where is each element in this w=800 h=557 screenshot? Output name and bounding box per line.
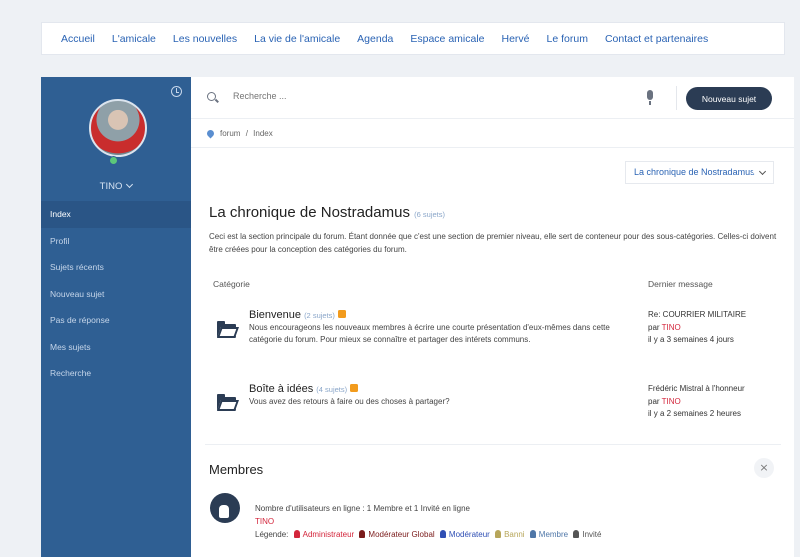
role-legend: Légende: Administrateur Modérateur Globa… (255, 530, 601, 539)
user-icon (573, 530, 580, 538)
legend-banni[interactable]: Banni (504, 530, 524, 539)
legend-label: Légende: (255, 530, 289, 539)
sidebar-item-pas-de-reponse[interactable]: Pas de réponse (41, 307, 191, 334)
legend-moderateur[interactable]: Modérateur (449, 530, 490, 539)
online-user[interactable]: TINO (255, 517, 274, 526)
forum-select[interactable]: La chronique de Nostradamus (625, 161, 774, 184)
sidebar-item-profil[interactable]: Profil (41, 228, 191, 255)
online-status-dot (109, 156, 118, 165)
forum-link[interactable]: Bienvenue (249, 309, 301, 321)
username-dropdown[interactable]: TINO (41, 180, 191, 192)
last-message-author-line: par TINO (648, 396, 788, 409)
main-content: Nouveau sujet forum / Index La chronique… (191, 77, 794, 557)
nav-le-forum[interactable]: Le forum (547, 33, 588, 45)
divider (205, 444, 781, 445)
user-icon (293, 530, 300, 538)
breadcrumb: forum / Index (205, 128, 273, 139)
sidebar-item-index[interactable]: Index (41, 201, 191, 228)
divider (191, 147, 794, 148)
last-message-time: il y a 2 semaines 2 heures (648, 409, 741, 418)
rss-icon[interactable] (337, 310, 346, 318)
divider (676, 86, 677, 110)
search-bar: Nouveau sujet (191, 77, 794, 119)
forum-topic-count: (2 sujets) (304, 311, 335, 320)
microphone-icon[interactable] (647, 90, 653, 105)
topic-count: (6 sujets) (414, 210, 445, 219)
breadcrumb-separator: / (245, 129, 248, 138)
column-header-last-message: Dernier message (648, 279, 713, 289)
rss-icon[interactable] (350, 384, 359, 392)
legend-administrateur[interactable]: Administrateur (303, 530, 355, 539)
page-title-text: La chronique de Nostradamus (209, 204, 410, 221)
members-title: Membres (209, 462, 264, 477)
sidebar-item-nouveau-sujet[interactable]: Nouveau sujet (41, 281, 191, 308)
breadcrumb-current[interactable]: Index (253, 129, 273, 138)
members-avatar (210, 493, 240, 523)
last-message-title[interactable]: Frédéric Mistral à l'honneur (648, 383, 788, 396)
legend-invite[interactable]: Invité (582, 530, 601, 539)
last-message: Re: COURRIER MILITAIRE par TINO il y a 3… (648, 309, 788, 347)
page-title: La chronique de Nostradamus (6 sujets) (209, 204, 445, 221)
nav-les-nouvelles[interactable]: Les nouvelles (173, 33, 237, 45)
search-input[interactable] (233, 91, 533, 101)
column-header-category: Catégorie (213, 279, 250, 289)
breadcrumb-forum[interactable]: forum (220, 129, 240, 138)
sidebar: TINO Index Profil Sujets récents Nouveau… (41, 77, 191, 557)
folder-icon (216, 321, 240, 338)
nav-la-vie-de-lamicale[interactable]: La vie de l'amicale (254, 33, 340, 45)
legend-membre[interactable]: Membre (539, 530, 568, 539)
nav-herve[interactable]: Hervé (502, 33, 530, 45)
nav-accueil[interactable]: Accueil (61, 33, 95, 45)
user-icon (359, 530, 366, 538)
last-message-title[interactable]: Re: COURRIER MILITAIRE (648, 309, 788, 322)
sidebar-item-sujets-recents[interactable]: Sujets récents (41, 254, 191, 281)
chevron-down-icon (758, 167, 767, 176)
new-topic-button[interactable]: Nouveau sujet (686, 87, 772, 110)
by-label: par (648, 322, 660, 332)
forum-select-value: La chronique de Nostradamus (634, 167, 755, 177)
online-users-count: Nombre d'utilisateurs en ligne : 1 Membr… (255, 504, 470, 513)
last-message-author-line: par TINO (648, 322, 788, 335)
forum-link[interactable]: Boîte à idées (249, 383, 313, 395)
forum-title: Boîte à idées (4 sujets) (249, 383, 359, 395)
forum-title: Bienvenue (2 sujets) (249, 309, 346, 321)
sidebar-item-mes-sujets[interactable]: Mes sujets (41, 334, 191, 361)
top-navigation: Accueil L'amicale Les nouvelles La vie d… (41, 22, 785, 55)
chevron-down-icon (126, 180, 134, 189)
last-message: Frédéric Mistral à l'honneur par TINO il… (648, 383, 788, 421)
sidebar-menu: Index Profil Sujets récents Nouveau suje… (41, 201, 191, 387)
forum-description: Vous avez des retours à faire ou des cho… (249, 397, 450, 406)
forum-topic-count: (4 sujets) (316, 385, 348, 394)
nav-lamicale[interactable]: L'amicale (112, 33, 156, 45)
last-message-author[interactable]: TINO (662, 323, 681, 332)
user-icon (439, 530, 446, 538)
last-message-time: il y a 3 semaines 4 jours (648, 335, 734, 344)
location-pin-icon (205, 128, 216, 139)
nav-contact[interactable]: Contact et partenaires (605, 33, 708, 45)
legend-moderateur-global[interactable]: Modérateur Global (368, 530, 434, 539)
username-label: TINO (99, 181, 123, 192)
user-icon (529, 530, 536, 538)
nav-agenda[interactable]: Agenda (357, 33, 393, 45)
folder-icon (216, 394, 240, 411)
nav-espace-amicale[interactable]: Espace amicale (410, 33, 484, 45)
clock-icon[interactable] (171, 86, 182, 97)
close-button[interactable]: × (754, 458, 774, 478)
forum-description: Nous encourageons les nouveaux membres à… (249, 323, 610, 344)
by-label: par (648, 396, 660, 406)
section-description: Ceci est la section principale du forum.… (209, 232, 777, 254)
last-message-author[interactable]: TINO (662, 397, 681, 406)
user-icon (495, 530, 502, 538)
search-icon[interactable] (207, 92, 216, 101)
sidebar-item-recherche[interactable]: Recherche (41, 360, 191, 387)
avatar[interactable] (89, 99, 147, 157)
